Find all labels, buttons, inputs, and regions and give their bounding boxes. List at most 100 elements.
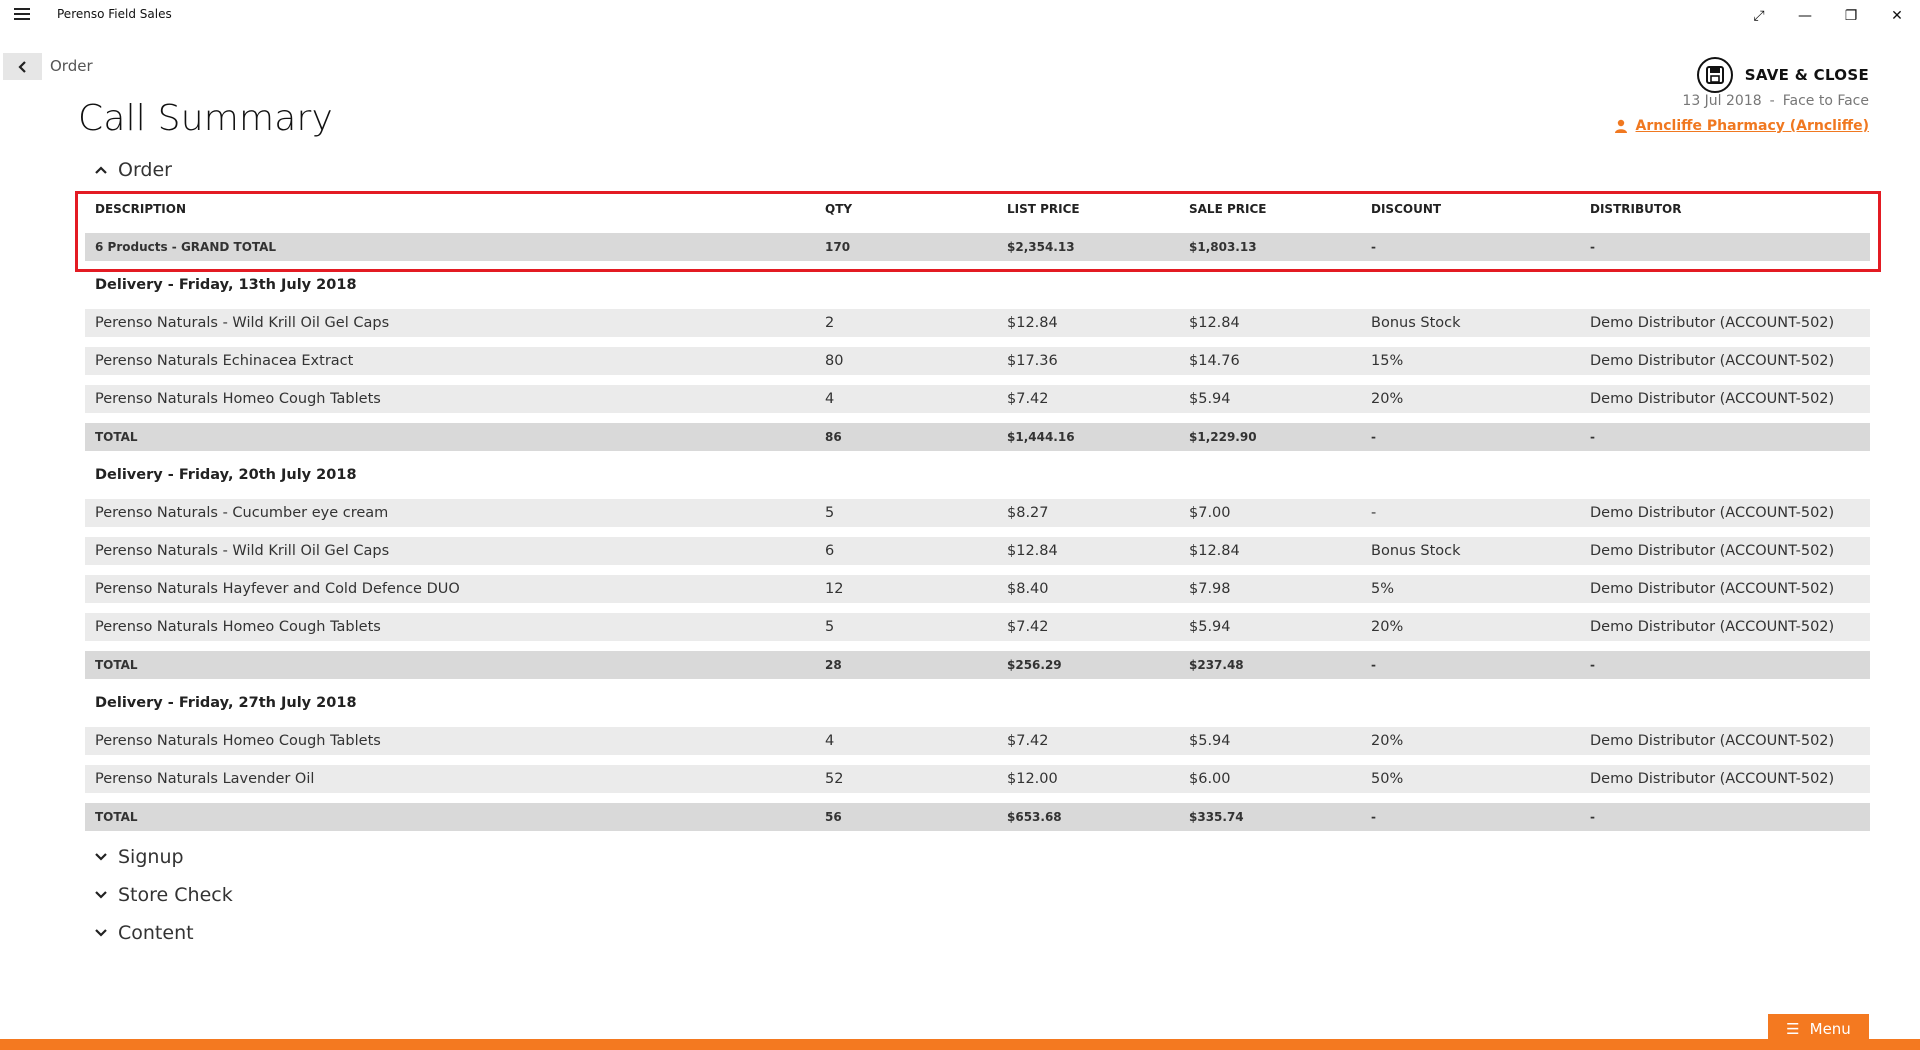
table-row[interactable]: Perenso Naturals Homeo Cough Tablets 4 $7.… xyxy=(85,727,1870,755)
delivery-group-header: Delivery - Friday, 20th July 2018 xyxy=(85,461,1870,489)
cell-discount: - xyxy=(1371,430,1376,444)
cell-discount: 20% xyxy=(1371,733,1404,749)
cell-sale-price: $6.00 xyxy=(1189,771,1231,787)
cell-distributor: Demo Distributor (ACCOUNT-502) xyxy=(1590,315,1835,331)
cell-distributor: Demo Distributor (ACCOUNT-502) xyxy=(1590,581,1835,597)
hamburger-menu-icon[interactable] xyxy=(14,8,30,22)
cell-qty: 2 xyxy=(825,315,835,331)
cell-distributor: Demo Distributor (ACCOUNT-502) xyxy=(1590,771,1835,787)
cell-sale-price: $237.48 xyxy=(1189,658,1244,672)
fullscreen-icon[interactable]: ⤢ xyxy=(1736,0,1782,32)
section-signup-header[interactable]: Signup xyxy=(94,846,184,868)
menu-icon: ☰ xyxy=(1786,1020,1800,1038)
cell-list-price: $7.42 xyxy=(1007,733,1049,749)
cell-qty: 170 xyxy=(825,240,851,254)
cell-discount: 20% xyxy=(1371,619,1404,635)
table-row[interactable]: Perenso Naturals - Cucumber eye cream 5 $8… xyxy=(85,499,1870,527)
cell-qty: 5 xyxy=(825,505,835,521)
cell-distributor: - xyxy=(1590,658,1595,672)
back-button[interactable] xyxy=(3,53,42,80)
restore-icon[interactable]: ❐ xyxy=(1828,0,1874,32)
cell-sale-price: $5.94 xyxy=(1189,733,1231,749)
cell-description: DESCRIPTION xyxy=(95,202,187,216)
table-row[interactable]: Perenso Naturals - Wild Krill Oil Gel Ca… xyxy=(85,309,1870,337)
cell-qty: 28 xyxy=(825,658,842,672)
app-title: Perenso Field Sales xyxy=(57,7,172,21)
cell-list-price: $653.68 xyxy=(1007,810,1062,824)
section-order-label: Order xyxy=(118,159,172,181)
table-row[interactable]: Perenso Naturals Homeo Cough Tablets 5 $7.… xyxy=(85,613,1870,641)
save-close-label: SAVE & CLOSE xyxy=(1744,66,1869,84)
cell-discount: 15% xyxy=(1371,353,1404,369)
cell-distributor: Demo Distributor (ACCOUNT-502) xyxy=(1590,733,1835,749)
cell-sale-price: SALE PRICE xyxy=(1189,202,1267,216)
cell-discount: Bonus Stock xyxy=(1371,543,1461,559)
cell-discount: - xyxy=(1371,810,1376,824)
cell-list-price: $256.29 xyxy=(1007,658,1062,672)
group-total-row: TOTAL 86 $1,444.16 $1,229.90 - - xyxy=(85,423,1870,451)
cell-description: Perenso Naturals Homeo Cough Tablets xyxy=(95,619,381,635)
minimize-icon[interactable]: — xyxy=(1782,0,1828,32)
section-store-check-header[interactable]: Store Check xyxy=(94,884,233,906)
group-total-row: TOTAL 56 $653.68 $335.74 - - xyxy=(85,803,1870,831)
delivery-group-title: Delivery - Friday, 27th July 2018 xyxy=(95,695,357,711)
table-row[interactable]: Perenso Naturals Lavender Oil 52 $12.00 $6.… xyxy=(85,765,1870,793)
cell-qty: 6 xyxy=(825,543,835,559)
breadcrumb: Order xyxy=(50,57,93,75)
page-title: Call Summary xyxy=(78,98,334,139)
cell-list-price: $12.84 xyxy=(1007,543,1058,559)
cell-sale-price: $12.84 xyxy=(1189,543,1240,559)
call-date: 13 Jul 2018 xyxy=(1682,93,1762,109)
table-header-row: DESCRIPTION QTY LIST PRICE SALE PRICE DISCOU… xyxy=(85,195,1870,223)
customer-link[interactable]: Arncliffe Pharmacy (Arncliffe) xyxy=(1614,118,1869,134)
table-row[interactable]: Perenso Naturals - Wild Krill Oil Gel Ca… xyxy=(85,537,1870,565)
save-icon xyxy=(1696,57,1733,93)
save-close-button[interactable]: SAVE & CLOSE xyxy=(1696,55,1869,95)
cell-sale-price: $7.98 xyxy=(1189,581,1231,597)
cell-distributor: - xyxy=(1590,240,1595,254)
delivery-group-title: Delivery - Friday, 13th July 2018 xyxy=(95,277,357,293)
cell-description: Perenso Naturals - Wild Krill Oil Gel Ca… xyxy=(95,543,390,559)
call-type: Face to Face xyxy=(1782,93,1869,109)
chevron-down-icon xyxy=(95,891,107,899)
chevron-down-icon xyxy=(95,853,107,861)
cell-discount: 50% xyxy=(1371,771,1404,787)
cell-distributor: Demo Distributor (ACCOUNT-502) xyxy=(1590,391,1835,407)
cell-distributor: - xyxy=(1590,430,1595,444)
delivery-group-header: Delivery - Friday, 13th July 2018 xyxy=(85,271,1870,299)
table-row[interactable]: Perenso Naturals Hayfever and Cold Defen… xyxy=(85,575,1870,603)
person-icon xyxy=(1614,119,1627,133)
section-order-header[interactable]: Order xyxy=(94,159,172,181)
cell-qty: 4 xyxy=(825,391,835,407)
cell-discount: - xyxy=(1371,240,1376,254)
group-total-row: TOTAL 28 $256.29 $237.48 - - xyxy=(85,651,1870,679)
cell-discount: - xyxy=(1371,505,1377,521)
window-controls: ⤢ — ❐ ✕ xyxy=(1736,0,1920,32)
table-row[interactable]: Perenso Naturals Homeo Cough Tablets 4 $7.… xyxy=(85,385,1870,413)
cell-description: TOTAL xyxy=(95,658,138,672)
close-icon[interactable]: ✕ xyxy=(1874,0,1920,32)
cell-description: Perenso Naturals Hayfever and Cold Defen… xyxy=(95,581,460,597)
cell-description: Perenso Naturals Homeo Cough Tablets xyxy=(95,733,381,749)
cell-description: Perenso Naturals - Cucumber eye cream xyxy=(95,505,389,521)
customer-name: Arncliffe Pharmacy (Arncliffe) xyxy=(1635,118,1869,134)
cell-description: Perenso Naturals Homeo Cough Tablets xyxy=(95,391,381,407)
cell-sale-price: $7.00 xyxy=(1189,505,1231,521)
call-meta: 13 Jul 2018 - Face to Face xyxy=(1682,93,1869,109)
cell-description: Perenso Naturals - Wild Krill Oil Gel Ca… xyxy=(95,315,390,331)
cell-distributor: Demo Distributor (ACCOUNT-502) xyxy=(1590,619,1835,635)
table-row[interactable]: Perenso Naturals Echinacea Extract 80 $17.… xyxy=(85,347,1870,375)
cell-qty: 4 xyxy=(825,733,835,749)
cell-discount: 5% xyxy=(1371,581,1395,597)
chevron-left-icon xyxy=(17,60,26,73)
cell-description: Perenso Naturals Echinacea Extract xyxy=(95,353,354,369)
cell-list-price: $8.40 xyxy=(1007,581,1049,597)
cell-discount: DISCOUNT xyxy=(1371,202,1442,216)
chevron-up-icon xyxy=(95,166,107,174)
delivery-group-title: Delivery - Friday, 20th July 2018 xyxy=(95,467,357,483)
section-content-header[interactable]: Content xyxy=(94,922,194,944)
call-meta-separator: - xyxy=(1769,93,1775,109)
cell-qty: 52 xyxy=(825,771,844,787)
cell-list-price: $1,444.16 xyxy=(1007,430,1075,444)
cell-sale-price: $1,229.90 xyxy=(1189,430,1257,444)
